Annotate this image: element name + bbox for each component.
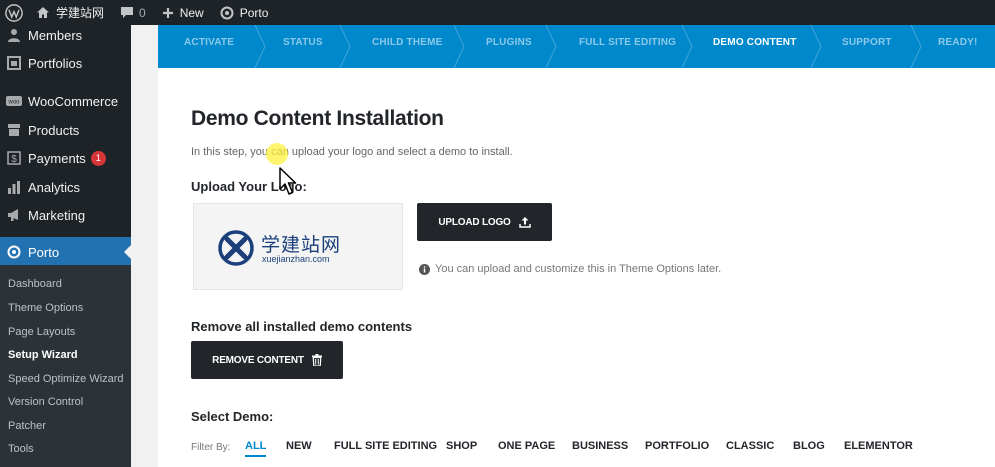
submenu-item-page-layouts[interactable]: Page Layouts xyxy=(8,326,75,338)
sidebar-item-label: Porto xyxy=(28,244,60,260)
chart-bar-icon xyxy=(5,178,23,196)
sidebar-item-woocommerce[interactable]: woo WooCommerce xyxy=(0,87,131,115)
submenu-item-tools[interactable]: Tools xyxy=(8,443,34,455)
sidebar-item-label: Marketing xyxy=(28,207,86,223)
woo-icon: woo xyxy=(5,92,23,110)
logo-text-chinese: 学建站网 xyxy=(261,234,342,256)
step-separator xyxy=(810,25,822,68)
filter-blog[interactable]: BLOG xyxy=(793,440,825,452)
select-demo-heading: Select Demo: xyxy=(191,409,274,424)
porto-icon xyxy=(220,6,234,19)
info-icon xyxy=(419,263,430,275)
plus-icon xyxy=(162,7,173,18)
step-separator xyxy=(339,25,351,68)
remove-content-label: REMOVE CONTENT xyxy=(212,354,304,366)
filter-label: Filter By: xyxy=(191,442,231,453)
sidebar-item-label: Members xyxy=(28,27,83,43)
archive-icon xyxy=(5,121,23,139)
main-content: ACTIVATE STATUS CHILD THEME PLUGINS FULL… xyxy=(131,25,995,467)
filter-classic[interactable]: CLASSIC xyxy=(726,440,774,452)
cursor-highlight xyxy=(266,143,288,165)
sidebar-item-marketing[interactable]: Marketing xyxy=(0,201,131,229)
step-separator xyxy=(545,25,557,68)
site-logo-mark xyxy=(218,230,254,266)
submenu-item-setup-wizard[interactable]: Setup Wizard xyxy=(8,349,78,361)
logo-text-url: xuejianzhan.com xyxy=(262,254,330,264)
sidebar-item-label: Payments xyxy=(28,150,86,166)
upload-logo-button[interactable]: UPLOAD LOGO xyxy=(417,203,552,241)
site-name: 学建站网 xyxy=(56,6,105,20)
sidebar-item-porto[interactable]: Porto xyxy=(0,237,131,267)
step-separator xyxy=(910,25,922,68)
svg-text:$: $ xyxy=(11,154,17,165)
members-icon xyxy=(5,26,23,44)
new-content-link[interactable]: New xyxy=(154,0,212,25)
comment-bubble-icon xyxy=(121,7,134,18)
sidebar-item-label: Analytics xyxy=(28,179,81,195)
admin-sidebar: Members Portfolios woo WooCommerce Produ… xyxy=(0,25,131,467)
sidebar-item-analytics[interactable]: Analytics xyxy=(0,173,131,201)
upload-note-text: You can upload and customize this in The… xyxy=(435,263,722,275)
step-full-site-editing[interactable]: FULL SITE EDITING xyxy=(579,25,676,68)
filter-full-site-editing[interactable]: FULL SITE EDITING xyxy=(334,440,437,452)
comment-count: 0 xyxy=(139,5,146,20)
submenu-item-theme-options[interactable]: Theme Options xyxy=(8,302,83,314)
step-child-theme[interactable]: CHILD THEME xyxy=(372,25,443,68)
porto-link[interactable]: Porto xyxy=(212,0,277,25)
setup-wizard-panel: ACTIVATE STATUS CHILD THEME PLUGINS FULL… xyxy=(158,25,995,467)
filter-elementor[interactable]: ELEMENTOR xyxy=(844,440,913,452)
porto-icon xyxy=(5,243,23,261)
portfolio-icon xyxy=(5,54,23,72)
submenu-item-speed-optimize-wizard[interactable]: Speed Optimize Wizard xyxy=(8,373,124,385)
sidebar-item-portfolios[interactable]: Portfolios xyxy=(0,49,131,77)
sidebar-item-payments[interactable]: $ Payments 1 xyxy=(0,144,131,172)
step-separator xyxy=(681,25,693,68)
remove-content-button[interactable]: REMOVE CONTENT xyxy=(191,341,343,379)
step-activate[interactable]: ACTIVATE xyxy=(184,25,234,68)
sidebar-item-members[interactable]: Members xyxy=(0,21,131,49)
porto-label: Porto xyxy=(239,5,269,20)
sidebar-item-label: WooCommerce xyxy=(28,93,119,109)
page-title: Demo Content Installation xyxy=(191,107,444,130)
step-separator xyxy=(254,25,266,68)
step-support[interactable]: SUPPORT xyxy=(842,25,892,68)
submenu-item-dashboard[interactable]: Dashboard xyxy=(8,278,62,290)
upload-logo-label: UPLOAD LOGO xyxy=(438,216,511,228)
filter-one-page[interactable]: ONE PAGE xyxy=(498,440,555,452)
filter-business[interactable]: BUSINESS xyxy=(572,440,628,452)
step-status[interactable]: STATUS xyxy=(283,25,323,68)
upload-icon xyxy=(518,217,531,228)
new-label: New xyxy=(179,5,204,20)
mouse-cursor-icon xyxy=(279,167,297,195)
admin-bar: 学建站网 0 New Porto xyxy=(0,0,995,25)
intro-text: In this step, you can upload your logo a… xyxy=(191,146,513,158)
trash-icon xyxy=(311,354,322,366)
submenu-item-patcher[interactable]: Patcher xyxy=(8,420,46,432)
step-demo-content[interactable]: DEMO CONTENT xyxy=(713,25,797,68)
step-plugins[interactable]: PLUGINS xyxy=(486,25,532,68)
step-separator xyxy=(453,25,465,68)
filter-shop[interactable]: SHOP xyxy=(446,440,477,452)
submenu-item-version-control[interactable]: Version Control xyxy=(8,396,83,408)
upload-note: You can upload and customize this in The… xyxy=(419,263,721,275)
step-ready[interactable]: READY! xyxy=(938,25,978,68)
filter-portfolio[interactable]: PORTFOLIO xyxy=(645,440,709,452)
dollar-icon: $ xyxy=(5,149,23,167)
notification-badge: 1 xyxy=(90,150,106,166)
wizard-steps-bar: ACTIVATE STATUS CHILD THEME PLUGINS FULL… xyxy=(158,25,995,68)
logo-preview: 学建站网 xuejianzhan.com xyxy=(193,203,403,290)
filter-all[interactable]: ALL xyxy=(245,440,267,457)
svg-text:woo: woo xyxy=(7,99,20,105)
home-icon xyxy=(37,7,49,18)
porto-submenu: Dashboard Theme Options Page Layouts Set… xyxy=(0,265,131,467)
filter-new[interactable]: NEW xyxy=(286,440,312,452)
sidebar-item-label: Portfolios xyxy=(28,55,83,71)
sidebar-item-products[interactable]: Products xyxy=(0,116,131,144)
remove-contents-heading: Remove all installed demo contents xyxy=(191,319,413,334)
sidebar-item-label: Products xyxy=(28,122,80,138)
megaphone-icon xyxy=(5,206,23,224)
